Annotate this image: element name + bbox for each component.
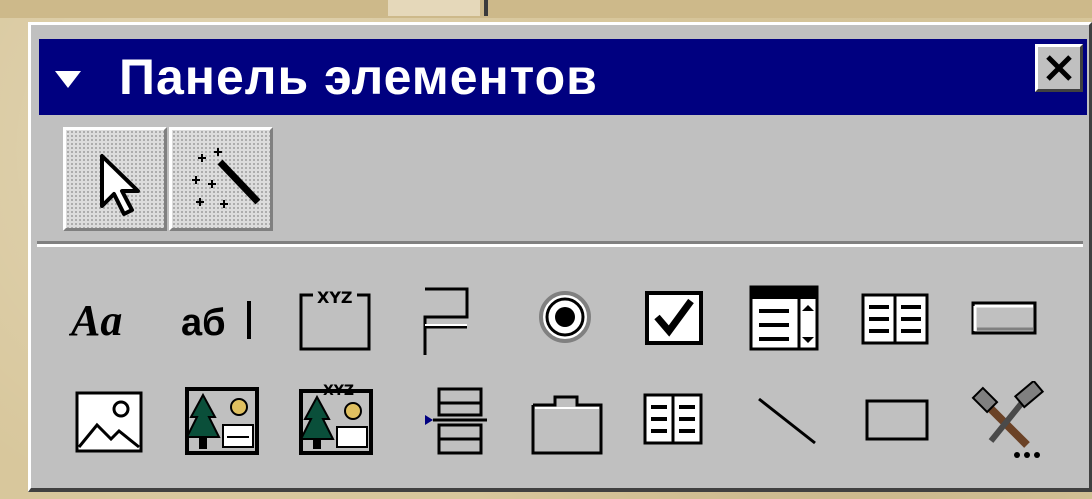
option-button-icon [539,291,591,343]
control-wizard-icon [192,148,261,208]
rectangle-tool[interactable] [857,381,939,463]
list-box-icon [861,293,929,345]
background-highlight [388,0,480,16]
text-box-icon: аб [181,301,251,344]
unbound-object-frame-tool[interactable] [181,381,263,463]
combo-box-icon [749,285,819,351]
toggle-button-icon [423,287,469,355]
rectangle-icon [865,399,929,441]
bound-object-frame-icon: XYZ [299,383,373,455]
background-divider [484,0,488,16]
toolbox-separator-highlight [37,244,1083,247]
option-button-tool[interactable] [525,281,607,363]
control-wizards-button[interactable] [169,127,273,231]
subform-icon [643,393,703,445]
option-group-icon: XYZ [299,288,371,351]
line-icon [758,397,816,445]
text-box-tool[interactable]: аб [177,281,259,363]
command-button-icon [971,301,1037,335]
combo-box-tool[interactable] [743,281,825,363]
close-icon [1046,55,1072,81]
bound-object-frame-tool[interactable]: XYZ [295,381,377,463]
background-strip [0,0,1092,18]
toolbox-window: Панель элементов Aa аб XYZ XYZ [28,22,1092,492]
line-tool[interactable] [747,381,829,463]
tab-control-icon [531,395,603,455]
tab-control-tool[interactable] [525,381,607,463]
window-title: Панель элементов [119,49,598,105]
svg-text:XYZ: XYZ [317,288,353,307]
select-objects-button[interactable] [63,127,167,231]
svg-text:Aa: Aa [69,296,122,345]
menu-arrow-icon[interactable] [55,71,81,89]
toggle-button-tool[interactable] [415,281,497,363]
label-icon: Aa [69,296,122,345]
image-tool[interactable] [69,381,151,463]
svg-text:аб: аб [181,302,226,344]
image-icon [75,391,143,453]
unbound-object-frame-icon [185,387,259,455]
page-break-icon [425,387,487,455]
title-bar[interactable]: Панель элементов [39,39,1087,115]
more-controls-tool[interactable] [967,381,1049,463]
label-tool[interactable]: Aa [69,281,151,363]
more-controls-icon [971,381,1045,458]
list-box-tool[interactable] [855,281,937,363]
select-arrow-icon [100,154,140,216]
option-group-tool[interactable]: XYZ [293,281,375,363]
page-break-tool[interactable] [411,381,493,463]
check-box-tool[interactable] [635,281,717,363]
check-box-icon [645,291,703,345]
close-button[interactable] [1035,44,1083,92]
svg-text:XYZ: XYZ [323,383,354,399]
command-button-tool[interactable] [965,281,1047,363]
subform-tool[interactable] [635,381,717,463]
